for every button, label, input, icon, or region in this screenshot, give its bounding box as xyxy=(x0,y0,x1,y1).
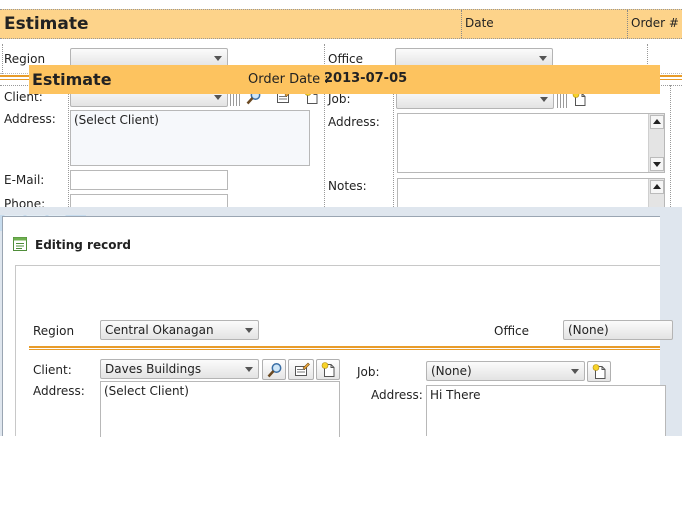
design-phone-label: Phone: xyxy=(4,197,46,207)
client-address-value: (Select Client) xyxy=(104,384,189,398)
search-icon xyxy=(267,363,282,378)
job-label: Job: xyxy=(357,365,380,379)
design-client-address-value: (Select Client) xyxy=(74,113,159,127)
office-value: (None) xyxy=(568,323,609,337)
design-notes-label: Notes: xyxy=(328,179,367,193)
dialog-title: Editing record xyxy=(35,238,131,252)
design-notes-box[interactable] xyxy=(397,178,665,207)
region-value: Central Okanagan xyxy=(105,323,214,337)
job-value: (None) xyxy=(431,364,472,378)
chevron-down-icon xyxy=(539,56,547,61)
job-combo[interactable]: (None) xyxy=(426,361,585,381)
chevron-down-icon xyxy=(214,56,222,61)
dialog-separator xyxy=(29,346,660,350)
design-header-bar: Estimate Date Order # xyxy=(0,9,682,39)
job-address-value: Hi There xyxy=(430,388,481,402)
client-address-label: Address: xyxy=(33,384,85,398)
design-job-address-label: Address: xyxy=(328,115,380,129)
design-job-address-scrollbar[interactable] xyxy=(648,114,664,172)
design-region-label: Region xyxy=(4,52,46,66)
dialog-header-bar: Estimate Order Date : 2013-07-05 xyxy=(29,65,660,94)
job-address-label: Address: xyxy=(371,388,423,402)
new-job-button[interactable] xyxy=(587,361,611,382)
design-client-address-box[interactable]: (Select Client) xyxy=(70,110,310,166)
design-date-label: Date xyxy=(465,16,494,30)
edit-client-button[interactable] xyxy=(288,359,314,380)
job-address-box[interactable]: Hi There xyxy=(426,385,666,436)
office-label: Office xyxy=(494,324,530,338)
chevron-down-icon xyxy=(245,367,253,372)
region-combo[interactable]: Central Okanagan xyxy=(100,320,259,340)
design-phone-input[interactable] xyxy=(70,194,228,207)
scroll-up-icon[interactable] xyxy=(650,115,664,129)
chevron-down-icon xyxy=(571,369,579,374)
form-window-icon xyxy=(13,237,27,251)
order-date-value: 2013-07-05 xyxy=(324,71,408,86)
design-date-cell: Date xyxy=(461,10,627,38)
client-value: Daves Buildings xyxy=(105,362,202,376)
new-record-icon xyxy=(592,364,606,379)
client-combo[interactable]: Daves Buildings xyxy=(100,359,259,379)
office-combo[interactable]: (None) xyxy=(563,320,673,340)
edit-record-icon xyxy=(295,362,310,376)
scroll-up-icon[interactable] xyxy=(650,180,664,194)
design-email-label: E-Mail: xyxy=(4,173,45,187)
new-client-button[interactable] xyxy=(316,359,340,380)
order-date-label: Order Date : xyxy=(248,72,329,87)
new-record-icon xyxy=(321,362,335,377)
chevron-down-icon xyxy=(214,95,222,100)
design-order-label: Order # xyxy=(631,16,679,30)
design-address-label: Address: xyxy=(4,112,56,126)
design-email-input[interactable] xyxy=(70,170,228,190)
design-office-label: Office xyxy=(328,52,364,66)
client-address-box[interactable]: (Select Client) xyxy=(100,381,340,437)
design-order-cell: Order # xyxy=(627,10,682,38)
client-label: Client: xyxy=(33,363,72,377)
region-label: Region xyxy=(33,324,75,338)
scroll-down-icon[interactable] xyxy=(650,157,664,171)
design-view-panel: Estimate Date Order # Region Office Clie… xyxy=(0,0,682,207)
search-client-button[interactable] xyxy=(262,359,286,380)
dialog-form-title: Estimate xyxy=(32,70,112,89)
design-title: Estimate xyxy=(4,14,89,34)
chevron-down-icon xyxy=(245,328,253,333)
design-job-label: Job: xyxy=(328,92,351,106)
dialog-titlebar[interactable]: Editing record xyxy=(3,217,660,261)
design-job-address-box[interactable] xyxy=(397,113,665,173)
design-notes-scrollbar[interactable] xyxy=(648,179,664,207)
chevron-down-icon xyxy=(540,97,548,102)
